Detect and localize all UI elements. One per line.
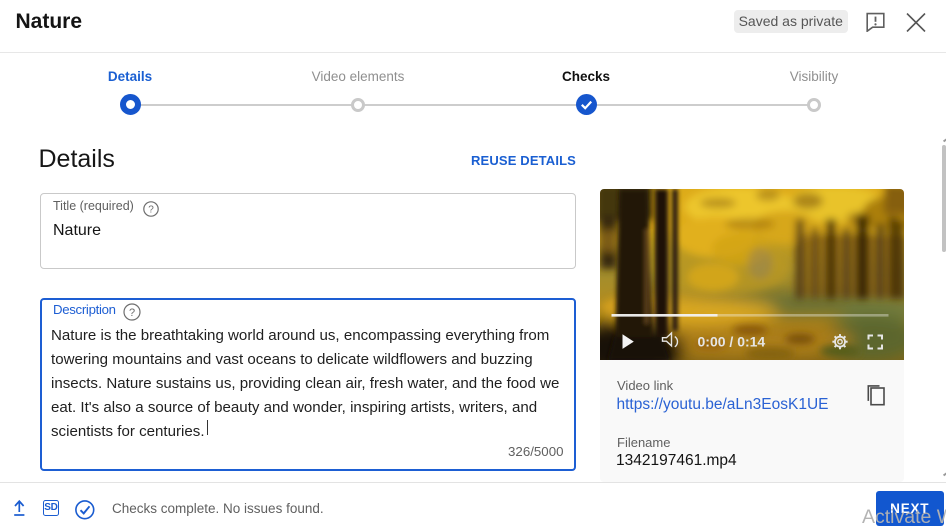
svg-text:?: ? bbox=[148, 204, 154, 215]
svg-text:0:00 / 0:14: 0:00 / 0:14 bbox=[698, 333, 766, 349]
svg-text:?: ? bbox=[128, 307, 134, 319]
